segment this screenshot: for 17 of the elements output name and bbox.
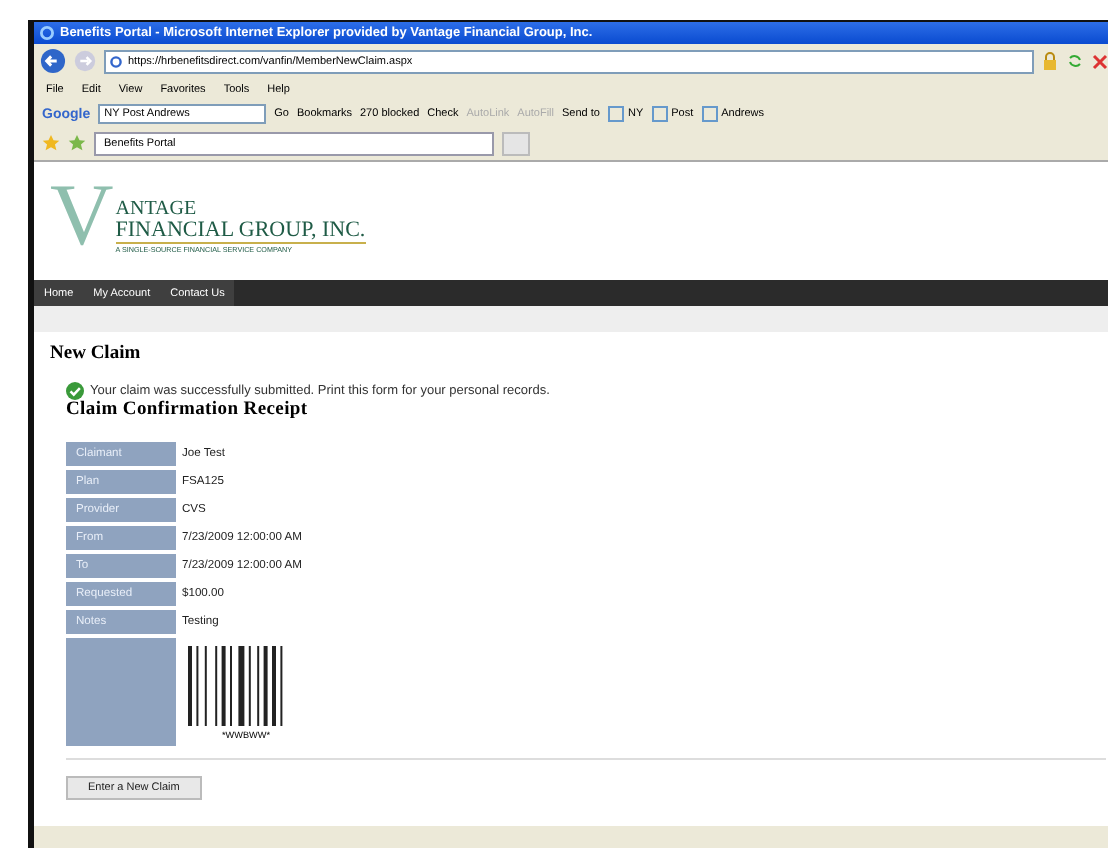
close-icon[interactable]: [1092, 53, 1108, 69]
add-favorite-icon[interactable]: [68, 134, 86, 152]
page-icon: [110, 55, 122, 67]
logo-text: FINANCIAL GROUP, INC.: [115, 218, 366, 242]
favorites-star-icon[interactable]: [42, 134, 60, 152]
receipt-title: Claim Confirmation Receipt: [66, 400, 308, 420]
new-tab-button[interactable]: [502, 131, 530, 155]
lock-icon: [1042, 52, 1058, 70]
success-check-icon: [66, 382, 84, 400]
logo-text: ANTAGE: [115, 198, 197, 220]
forward-icon[interactable]: [74, 50, 96, 72]
back-icon[interactable]: [40, 48, 66, 74]
label-column-background: [66, 638, 176, 746]
logo-v-mark: V: [50, 172, 114, 260]
refresh-icon[interactable]: [1066, 52, 1084, 70]
page-heading: New Claim: [50, 344, 141, 364]
browser-icon: [40, 26, 54, 40]
